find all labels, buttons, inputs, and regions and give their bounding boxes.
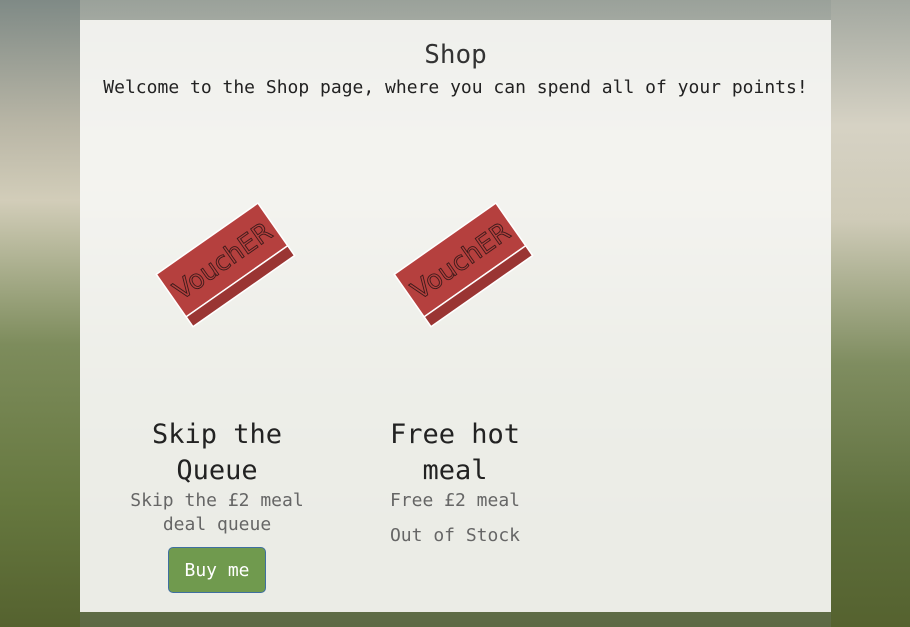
- out-of-stock-label: Out of Stock: [389, 525, 521, 546]
- item-name: Free hot meal: [389, 419, 521, 486]
- page-subtitle: Welcome to the Shop page, where you can …: [103, 77, 808, 98]
- background-left: [0, 0, 80, 627]
- shop-panel: Shop Welcome to the Shop page, where you…: [80, 20, 831, 612]
- background-right: [831, 0, 910, 627]
- item-description: Skip the £2 meal deal queue: [130, 490, 304, 535]
- buy-button[interactable]: Buy me: [168, 547, 266, 593]
- voucher-image: VouchER: [155, 202, 296, 328]
- item-description: Free £2 meal: [389, 490, 521, 511]
- item-name: Skip the Queue: [151, 419, 283, 486]
- page-title: Shop: [424, 40, 487, 70]
- voucher-image: VouchER: [393, 202, 534, 328]
